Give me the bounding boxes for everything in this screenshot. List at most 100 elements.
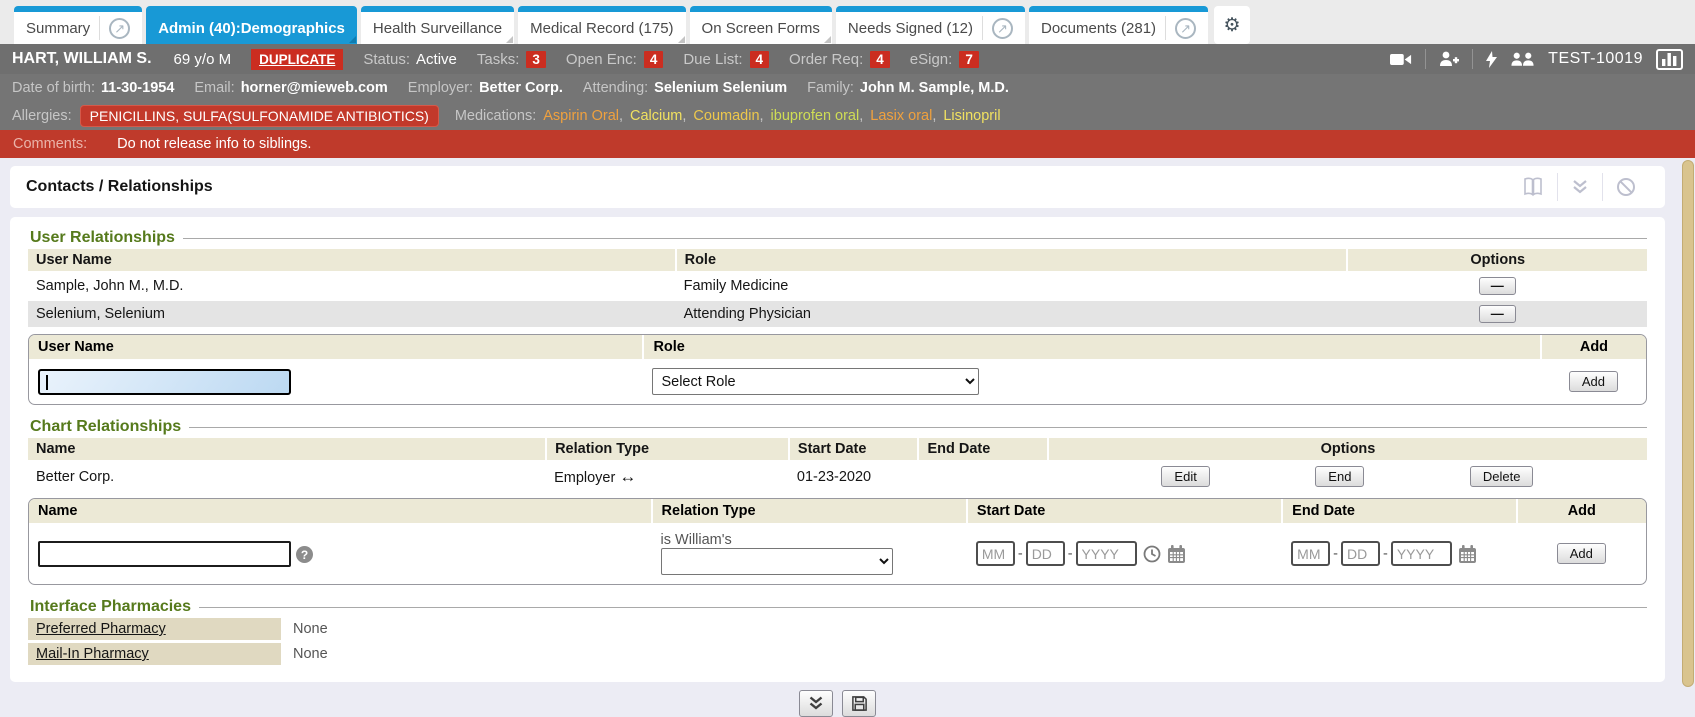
end-relationship-button[interactable]: End	[1315, 466, 1364, 487]
table-row: Better Corp. Employer ↔ 01-23-2020 Edit …	[28, 461, 1647, 491]
mail-in-pharmacy-link[interactable]: Mail-In Pharmacy	[36, 646, 149, 662]
text-caret	[46, 375, 48, 390]
esign-count-badge[interactable]: 7	[959, 51, 979, 68]
start-date-inputs: - -	[976, 541, 1273, 566]
status-label: Status:	[363, 51, 410, 68]
allergies-label: Allergies:	[12, 108, 72, 124]
print-book-icon[interactable]	[1509, 177, 1557, 197]
settings-gear-button[interactable]: ⚙	[1214, 6, 1250, 44]
relation-name-cell: Better Corp.	[28, 461, 546, 491]
medications-label: Medications:	[455, 108, 536, 124]
tab-label: Documents (281)	[1041, 20, 1156, 37]
role-cell: Family Medicine	[676, 272, 1348, 300]
start-day-input[interactable]	[1026, 541, 1065, 566]
scrollbar-thumb[interactable]	[1682, 160, 1694, 687]
chart-relationships-table: Name Relation Type Start Date End Date O…	[28, 438, 1647, 491]
duplicate-flag[interactable]: DUPLICATE	[251, 49, 343, 70]
end-date-cell	[918, 461, 1048, 491]
attending-value: Selenium Selenium	[654, 80, 787, 96]
allergies-alert-chip[interactable]: PENICILLINS, SULFA(SULFONAMIDE ANTIBIOTI…	[80, 105, 439, 127]
video-camera-icon[interactable]	[1390, 52, 1412, 67]
open-enc-count-badge[interactable]: 4	[644, 51, 664, 68]
tasks-label: Tasks:	[477, 51, 520, 68]
collapse-double-chevron-icon[interactable]	[1558, 179, 1602, 195]
preferred-pharmacy-link[interactable]: Preferred Pharmacy	[36, 621, 166, 637]
due-list-label: Due List:	[683, 51, 742, 68]
employer-label: Employer:	[408, 80, 473, 96]
footer-actions	[10, 682, 1665, 717]
relation-prefix-text: is William's	[661, 532, 732, 548]
comments-text: Do not release info to siblings.	[117, 136, 311, 152]
due-list-count-badge[interactable]: 4	[750, 51, 770, 68]
tab-admin-demographics[interactable]: Admin (40):Demographics	[146, 6, 357, 44]
start-year-input[interactable]	[1076, 541, 1137, 566]
expand-collapse-button[interactable]	[799, 690, 833, 717]
chart-relationships-section: Chart Relationships Name Relation Type S…	[28, 418, 1647, 585]
patients-icon[interactable]	[1510, 52, 1535, 67]
patient-age-sex: 69 y/o M	[174, 51, 232, 68]
end-year-input[interactable]	[1391, 541, 1452, 566]
order-req-count-badge[interactable]: 4	[870, 51, 890, 68]
tab-documents[interactable]: Documents (281) ↗	[1029, 6, 1208, 44]
separator: ,	[859, 108, 863, 124]
relation-name-input[interactable]	[38, 541, 291, 567]
column-header-relation-type: Relation Type	[546, 438, 789, 461]
start-month-input[interactable]	[976, 541, 1015, 566]
column-header-start-date: Start Date	[789, 438, 919, 461]
add-user-relationship-button[interactable]: Add	[1569, 371, 1618, 392]
open-enc-label: Open Enc:	[566, 51, 637, 68]
calendar-icon[interactable]	[1458, 545, 1477, 563]
comments-label: Comments:	[13, 136, 87, 152]
calendar-icon[interactable]	[1167, 545, 1186, 563]
tab-health-surveillance[interactable]: Health Surveillance	[361, 6, 514, 44]
tab-needs-signed[interactable]: Needs Signed (12) ↗	[836, 6, 1025, 44]
column-header-name: Name	[28, 438, 546, 461]
add-chart-relationship-button[interactable]: Add	[1557, 543, 1606, 564]
end-month-input[interactable]	[1291, 541, 1330, 566]
dob-label: Date of birth:	[12, 80, 95, 96]
user-name-cell: Sample, John M., M.D.	[28, 272, 676, 300]
disable-block-icon[interactable]	[1603, 177, 1649, 197]
end-day-input[interactable]	[1341, 541, 1380, 566]
divider	[1165, 16, 1166, 40]
end-date-inputs: - -	[1291, 541, 1507, 566]
divider	[99, 16, 100, 40]
edit-relationship-button[interactable]: Edit	[1161, 466, 1209, 487]
email-label: Email:	[194, 80, 234, 96]
divider	[1472, 49, 1473, 69]
tasks-count-badge[interactable]: 3	[526, 51, 546, 68]
tab-on-screen-forms[interactable]: On Screen Forms	[690, 6, 832, 44]
popout-icon[interactable]: ↗	[992, 18, 1013, 39]
preferred-pharmacy-cell: Preferred Pharmacy	[28, 618, 281, 640]
relation-type-select[interactable]	[661, 548, 893, 575]
gear-icon: ⚙	[1224, 14, 1241, 37]
add-user-icon[interactable]	[1439, 51, 1459, 67]
remove-relationship-button[interactable]: —	[1479, 277, 1516, 295]
double-chevron-down-icon	[808, 696, 824, 711]
medication-item: Lasix oral	[870, 108, 932, 124]
remove-relationship-button[interactable]: —	[1479, 305, 1516, 323]
tab-label: Needs Signed (12)	[848, 20, 973, 37]
user-name-input[interactable]	[38, 369, 291, 395]
column-header-name: Name	[29, 499, 652, 523]
delete-relationship-button[interactable]: Delete	[1470, 466, 1534, 487]
clock-icon[interactable]	[1143, 545, 1161, 563]
tab-medical-record[interactable]: Medical Record (175)	[518, 6, 685, 44]
user-name-cell: Selenium, Selenium	[28, 300, 676, 327]
role-select[interactable]: Select Role	[652, 368, 979, 395]
medication-item: Lisinopril	[943, 108, 1000, 124]
relation-type-cell: Employer ↔	[546, 461, 789, 491]
help-icon[interactable]: ?	[296, 546, 313, 563]
relation-type-text: Employer	[554, 470, 615, 486]
column-header-options: Options	[1347, 249, 1647, 272]
popout-icon[interactable]: ↗	[109, 18, 130, 39]
patient-name: HART, WILLIAM S.	[12, 50, 152, 68]
separator: ,	[760, 108, 764, 124]
popout-icon[interactable]: ↗	[1175, 18, 1196, 39]
section-title-bar: Contacts / Relationships	[10, 166, 1665, 208]
separator: ,	[932, 108, 936, 124]
tab-summary[interactable]: Summary ↗	[14, 6, 142, 44]
save-button[interactable]	[842, 690, 876, 717]
flowsheet-chart-icon[interactable]	[1656, 49, 1683, 70]
lightning-bolt-icon[interactable]	[1486, 51, 1497, 68]
